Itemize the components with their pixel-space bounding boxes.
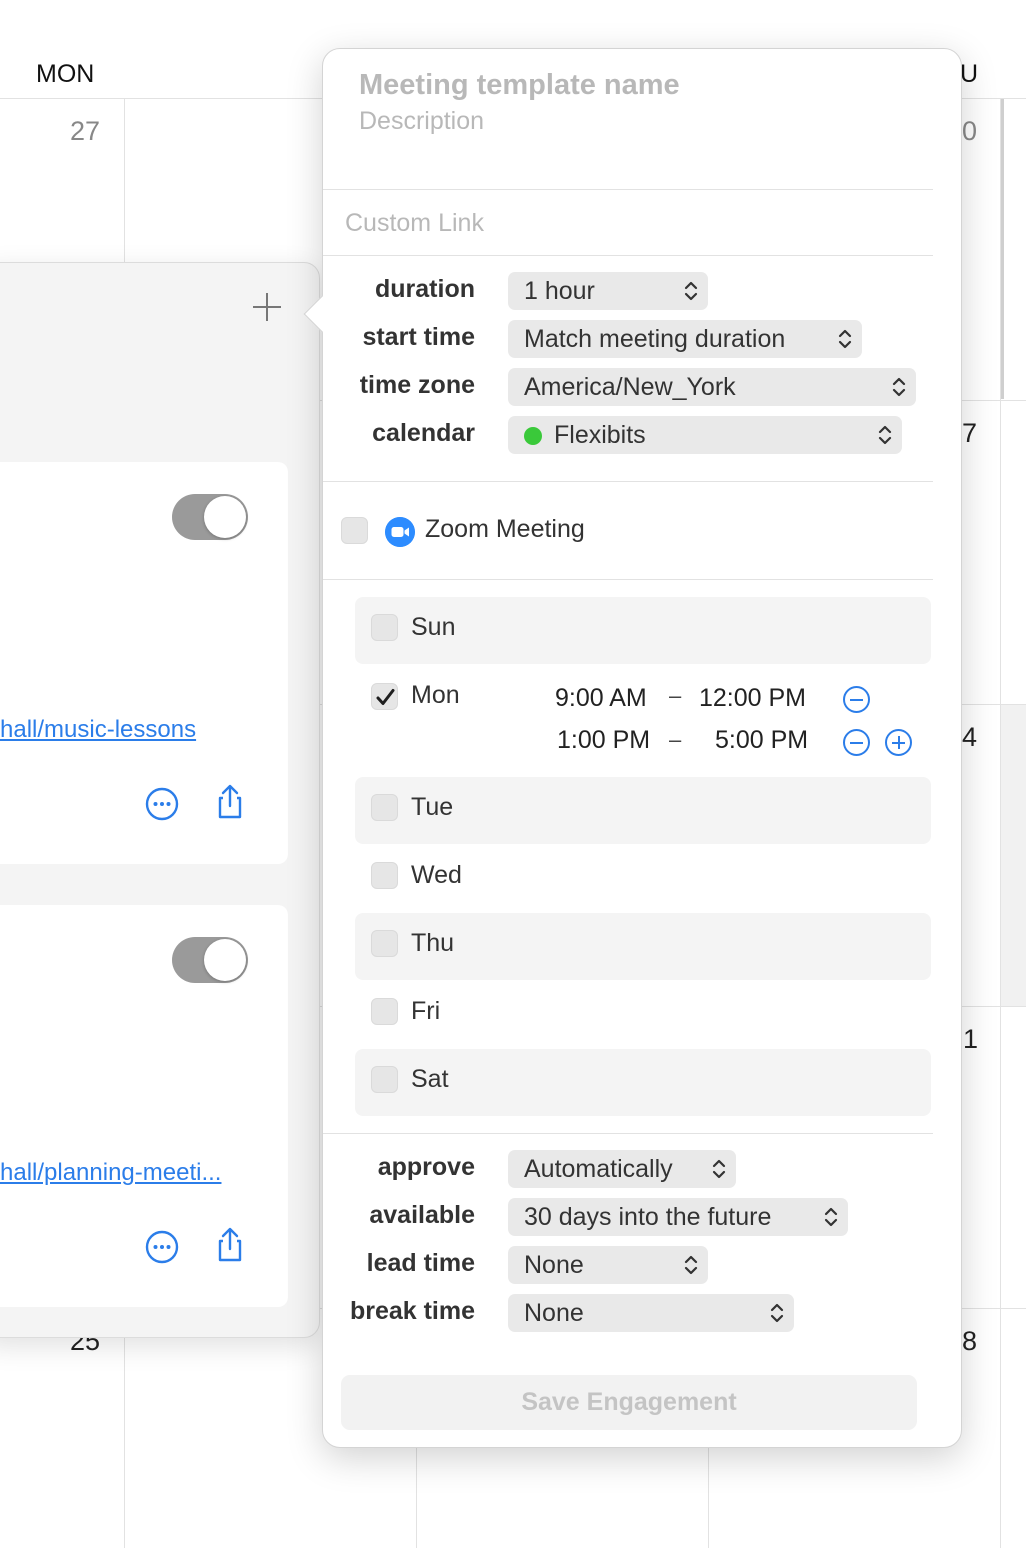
mon-checkbox[interactable] [371,683,398,710]
calendar-select[interactable]: Flexibits [508,416,902,454]
available-label: available [369,1201,475,1229]
approve-select[interactable]: Automatically [508,1150,736,1188]
weekday-header-partial: U [960,60,979,88]
range-end-time[interactable]: 5:00 PM [715,726,808,755]
divider [323,579,933,580]
chevron-up-down-icon [838,329,852,349]
day-label-tue: Tue [411,793,454,821]
start-time-select[interactable]: Match meeting duration [508,320,862,358]
divider [323,481,933,482]
lead-time-value: None [524,1251,584,1279]
day-label-sun: Sun [411,613,456,641]
chevron-up-down-icon [892,377,906,397]
day-number[interactable]: 8 [962,1326,977,1357]
time-zone-value: America/New_York [524,373,736,401]
available-value: 30 days into the future [524,1203,772,1231]
divider [323,189,933,190]
engagement-card[interactable]: hall/music-lessons [0,462,288,864]
save-engagement-button[interactable]: Save Engagement [341,1375,917,1430]
description-input[interactable]: Description [359,107,484,136]
more-options-icon[interactable] [144,786,180,822]
engagement-card[interactable]: hall/planning-meeti... [0,905,288,1307]
engagement-toggle[interactable] [172,494,248,540]
range-separator: – [669,683,682,708]
chevron-up-down-icon [770,1303,784,1323]
chevron-up-down-icon [878,425,892,445]
day-number[interactable]: 0 [962,116,977,147]
chevron-up-down-icon [684,281,698,301]
divider [323,1133,933,1134]
more-options-icon[interactable] [144,1229,180,1265]
zoom-icon [385,517,415,547]
template-name-input[interactable]: Meeting template name [359,69,680,102]
remove-range-button[interactable] [843,686,870,713]
weekday-header-mon: MON [36,60,95,88]
chevron-up-down-icon [712,1159,726,1179]
sun-checkbox[interactable] [371,614,398,641]
chevron-up-down-icon [684,1255,698,1275]
duration-label: duration [375,275,475,303]
fri-checkbox[interactable] [371,998,398,1025]
duration-value: 1 hour [524,277,595,305]
day-number[interactable]: 7 [962,418,977,449]
calendar-value: Flexibits [554,421,646,449]
duration-select[interactable]: 1 hour [508,272,708,310]
range-separator: – [669,727,682,752]
day-label-fri: Fri [411,997,441,1025]
start-time-label: start time [362,323,475,351]
divider [323,255,933,256]
range-end-time[interactable]: 12:00 PM [699,684,806,713]
chevron-up-down-icon [824,1207,838,1227]
thu-checkbox[interactable] [371,930,398,957]
today-shade [1001,705,1026,1006]
lead-time-label: lead time [366,1249,475,1277]
engagement-link[interactable]: hall/planning-meeti... [0,1159,221,1187]
engagement-link[interactable]: hall/music-lessons [0,716,196,744]
day-label-sat: Sat [411,1065,449,1093]
zoom-meeting-label: Zoom Meeting [425,515,585,543]
time-zone-select[interactable]: America/New_York [508,368,916,406]
add-range-button[interactable] [885,729,912,756]
calendar-label: calendar [372,419,475,447]
break-time-label: break time [349,1297,475,1325]
custom-link-input[interactable]: Custom Link [345,209,484,238]
break-time-select[interactable]: None [508,1294,794,1332]
day-number[interactable]: 4 [962,722,977,753]
day-label-thu: Thu [411,929,455,957]
selection-edge [1001,99,1004,399]
share-icon[interactable] [212,784,248,820]
day-label-mon: Mon [411,681,460,709]
tue-checkbox[interactable] [371,794,398,821]
share-icon[interactable] [212,1227,248,1263]
remove-range-button[interactable] [843,729,870,756]
engagement-toggle[interactable] [172,937,248,983]
range-start-time[interactable]: 1:00 PM [557,726,650,755]
zoom-checkbox[interactable] [341,517,368,544]
start-time-value: Match meeting duration [524,325,786,353]
available-select[interactable]: 30 days into the future [508,1198,848,1236]
checkmark-icon [376,689,395,705]
approve-value: Automatically [524,1155,673,1183]
approve-label: approve [377,1153,475,1181]
wed-checkbox[interactable] [371,862,398,889]
break-time-value: None [524,1299,584,1327]
range-start-time[interactable]: 9:00 AM [555,684,647,713]
day-label-wed: Wed [411,861,462,889]
day-number[interactable]: 27 [70,116,100,147]
lead-time-select[interactable]: None [508,1246,708,1284]
add-engagement-button[interactable] [250,290,284,324]
time-zone-label: time zone [359,371,475,399]
calendar-color-dot [524,427,542,445]
engagement-editor-popover: Meeting template name Description Custom… [303,48,962,1448]
sat-checkbox[interactable] [371,1066,398,1093]
